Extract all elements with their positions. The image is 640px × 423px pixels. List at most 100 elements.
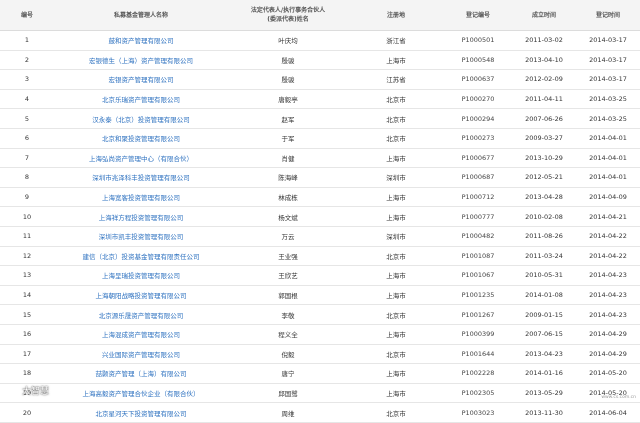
cell-legal-rep: 周维 xyxy=(228,402,348,423)
cell-manager-name[interactable]: 宏银德生（上海）资产管理有限公司 xyxy=(54,50,228,71)
watermark-logo-icon xyxy=(8,384,20,397)
cell-legal-rep: 万云 xyxy=(228,226,348,247)
cell-registered-place: 北京市 xyxy=(348,304,444,325)
cell-registered-place: 上海市 xyxy=(348,383,444,404)
cell-registered-place: 上海市 xyxy=(348,265,444,286)
cell-registration-number: P1001235 xyxy=(444,285,512,306)
table-row: 11 深圳市凯丰投资管理有限公司 万云 深圳市 P1000482 2011-08-26 20… xyxy=(0,226,640,247)
cell-registered-place: 北京市 xyxy=(348,246,444,267)
col-header-registration-date: 登记时间 xyxy=(576,0,640,31)
cell-registration-date: 2014-05-20 xyxy=(576,363,640,384)
cell-manager-name[interactable]: 上海混成资产管理有限公司 xyxy=(54,324,228,345)
cell-manager-name[interactable]: 汉永泰（北京）投资管理有限公司 xyxy=(54,108,228,129)
cell-establish-date: 2011-08-26 xyxy=(512,226,576,247)
table-row: 6 北京和聚投资管理有限公司 于军 北京市 P1000273 2009-03-27 2014… xyxy=(0,128,640,149)
cell-registered-place: 北京市 xyxy=(348,344,444,365)
table-row: 14 上海朝阳战略投资管理有限公司 郭国根 上海市 P1001235 2014-01-08… xyxy=(0,285,640,306)
cell-registration-date: 2014-04-22 xyxy=(576,226,640,247)
cell-legal-rep: 郭国根 xyxy=(228,285,348,306)
cell-establish-date: 2014-01-16 xyxy=(512,363,576,384)
cell-registered-place: 上海市 xyxy=(348,363,444,384)
cell-manager-name[interactable]: 上海宽客投资管理有限公司 xyxy=(54,187,228,208)
cell-registered-place: 深圳市 xyxy=(348,167,444,188)
cell-manager-name[interactable]: 上海朝阳战略投资管理有限公司 xyxy=(54,285,228,306)
cell-registered-place: 深圳市 xyxy=(348,226,444,247)
cell-number: 17 xyxy=(0,344,54,365)
cell-manager-name[interactable]: 鼓和资产管理有限公司 xyxy=(54,30,228,51)
cell-number: 15 xyxy=(0,304,54,325)
cell-registration-date: 2014-03-25 xyxy=(576,108,640,129)
cell-number: 12 xyxy=(0,246,54,267)
cell-manager-name[interactable]: 宏银资产管理有限公司 xyxy=(54,69,228,90)
cell-registration-date: 2014-04-01 xyxy=(576,128,640,149)
cell-manager-name[interactable]: 上海呈瑞投资管理有限公司 xyxy=(54,265,228,286)
cell-registered-place: 北京市 xyxy=(348,128,444,149)
cell-establish-date: 2013-10-29 xyxy=(512,148,576,169)
cell-registration-number: P1000637 xyxy=(444,69,512,90)
watermark: 大智慧 xyxy=(8,384,49,397)
col-header-number: 编号 xyxy=(0,0,54,31)
cell-manager-name[interactable]: 上海高毅资产管理合伙企业（有限合伙） xyxy=(54,383,228,404)
cell-registration-date: 2014-04-23 xyxy=(576,285,640,306)
cell-registration-number: P1001087 xyxy=(444,246,512,267)
cell-legal-rep: 倪毅 xyxy=(228,344,348,365)
cell-registration-date: 2014-04-09 xyxy=(576,187,640,208)
cell-registration-date: 2014-04-23 xyxy=(576,304,640,325)
cell-legal-rep: 唐宁 xyxy=(228,363,348,384)
col-header-establish-date: 成立时间 xyxy=(512,0,576,31)
cell-establish-date: 2011-04-11 xyxy=(512,89,576,110)
table-row: 15 北京源乐晟资产管理有限公司 李敬 北京市 P1001267 2009-01-15 20… xyxy=(0,304,640,325)
cell-legal-rep: 邱国鹭 xyxy=(228,383,348,404)
table-row: 2 宏银德生（上海）资产管理有限公司 殷骏 上海市 P1000548 2013-04-10… xyxy=(0,50,640,71)
table-row: 20 北京星河天下投资管理有限公司 周维 北京市 P1003023 2013-11-30 2… xyxy=(0,402,640,423)
cell-manager-name[interactable]: 北京和聚投资管理有限公司 xyxy=(54,128,228,149)
cell-manager-name[interactable]: 喆颢资产管理（上海）有限公司 xyxy=(54,363,228,384)
cell-number: 5 xyxy=(0,108,54,129)
cell-manager-name[interactable]: 北京星河天下投资管理有限公司 xyxy=(54,402,228,423)
cell-registered-place: 北京市 xyxy=(348,402,444,423)
col-header-legal-rep: 法定代表人/执行事务合伙人 (委派代表)姓名 xyxy=(228,0,348,31)
cell-legal-rep: 唐毅亭 xyxy=(228,89,348,110)
cell-registration-number: P1000270 xyxy=(444,89,512,110)
cell-legal-rep: 殷骏 xyxy=(228,50,348,71)
cell-registered-place: 上海市 xyxy=(348,206,444,227)
watermark-text: 大智慧 xyxy=(22,387,50,397)
cell-registration-date: 2014-04-29 xyxy=(576,324,640,345)
cell-establish-date: 2013-04-23 xyxy=(512,344,576,365)
cell-manager-name[interactable]: 深圳市凯丰投资管理有限公司 xyxy=(54,226,228,247)
cell-registration-number: P1000294 xyxy=(444,108,512,129)
cell-number: 2 xyxy=(0,50,54,71)
cell-manager-name[interactable]: 深圳市兆泽科丰投资管理有限公司 xyxy=(54,167,228,188)
cell-registration-number: P1000482 xyxy=(444,226,512,247)
cell-manager-name[interactable]: 建信（北京）投资基金管理有限责任公司 xyxy=(54,246,228,267)
table-row: 12 建信（北京）投资基金管理有限责任公司 王业强 北京市 P1001087 2011-0… xyxy=(0,246,640,267)
table-row: 16 上海混成资产管理有限公司 程义全 上海市 P1000399 2007-06-15 20… xyxy=(0,324,640,345)
cell-legal-rep: 杨文斌 xyxy=(228,206,348,227)
cell-registration-date: 2014-04-21 xyxy=(576,206,640,227)
table-row: 5 汉永泰（北京）投资管理有限公司 赵军 北京市 P1000294 2007-06-26 2… xyxy=(0,108,640,129)
cell-manager-name[interactable]: 兴业国际资产管理有限公司 xyxy=(54,344,228,365)
col-header-legal-rep-line2: (委派代表)姓名 xyxy=(267,16,309,23)
cell-manager-name[interactable]: 上海弘尚资产管理中心（有限合伙） xyxy=(54,148,228,169)
cell-registration-number: P1000712 xyxy=(444,187,512,208)
cell-registered-place: 上海市 xyxy=(348,324,444,345)
table-row: 13 上海呈瑞投资管理有限公司 王欣艺 上海市 P1001067 2010-05-31 20… xyxy=(0,265,640,286)
cell-registered-place: 北京市 xyxy=(348,89,444,110)
cell-manager-name[interactable]: 北京源乐晟资产管理有限公司 xyxy=(54,304,228,325)
cell-establish-date: 2012-05-21 xyxy=(512,167,576,188)
cell-manager-name[interactable]: 上海祥方程投资管理有限公司 xyxy=(54,206,228,227)
cell-registration-number: P1000777 xyxy=(444,206,512,227)
cell-registration-date: 2014-03-17 xyxy=(576,50,640,71)
cell-establish-date: 2007-06-15 xyxy=(512,324,576,345)
table-row: 10 上海祥方程投资管理有限公司 杨文斌 上海市 P1000777 2010-02-08 2… xyxy=(0,206,640,227)
cell-manager-name[interactable]: 北京乐瑞资产管理有限公司 xyxy=(54,89,228,110)
cell-legal-rep: 肖健 xyxy=(228,148,348,169)
cell-number: 18 xyxy=(0,363,54,384)
cell-legal-rep: 赵军 xyxy=(228,108,348,129)
fund-manager-table: 编号 私募基金管理人名称 法定代表人/执行事务合伙人 (委派代表)姓名 注册地 … xyxy=(0,0,640,423)
cell-establish-date: 2010-05-31 xyxy=(512,265,576,286)
table-row: 17 兴业国际资产管理有限公司 倪毅 北京市 P1001644 2013-04-23 201… xyxy=(0,344,640,365)
table-row: 4 北京乐瑞资产管理有限公司 唐毅亭 北京市 P1000270 2011-04-11 201… xyxy=(0,89,640,110)
cell-registration-date: 2014-06-04 xyxy=(576,402,640,423)
cell-legal-rep: 殷骏 xyxy=(228,69,348,90)
